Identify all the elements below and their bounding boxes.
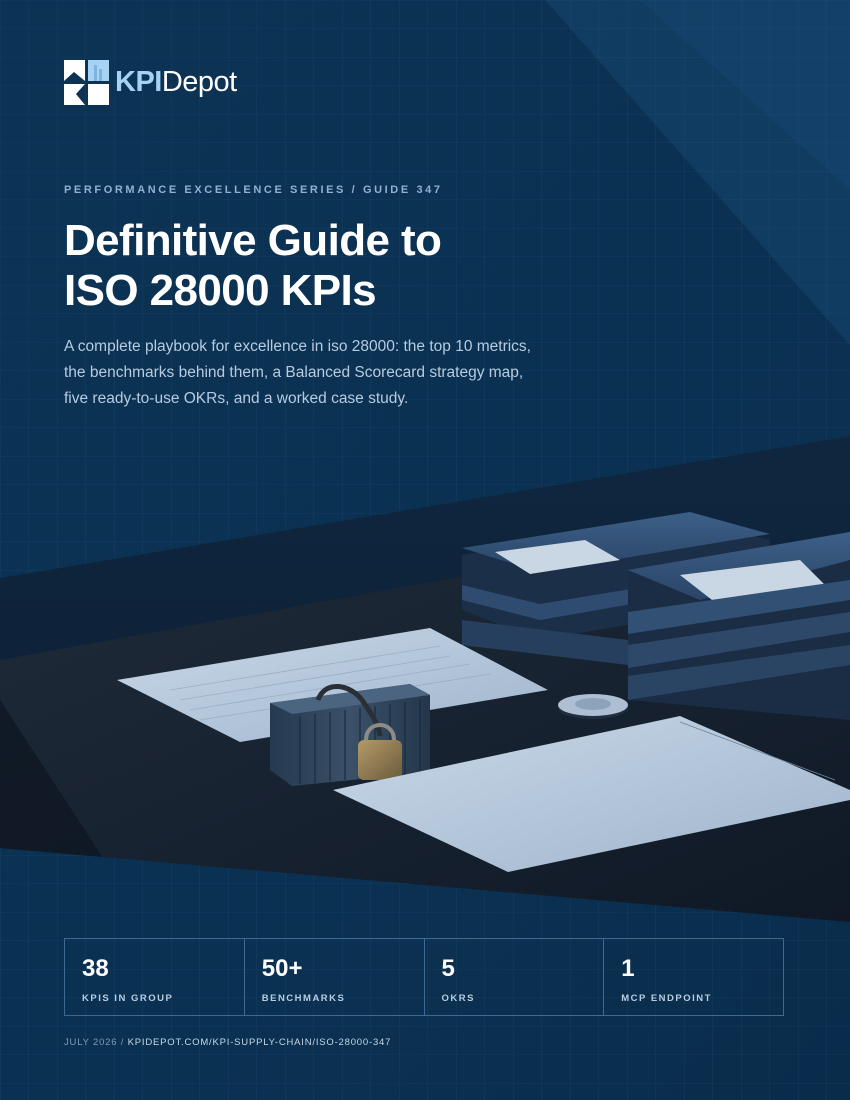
stat-label: KPIS IN GROUP (82, 993, 174, 1004)
cover-page: KPIDepot PERFORMANCE EXCELLENCE SERIES /… (0, 0, 850, 1100)
stat-benchmarks: 50+ BENCHMARKS (245, 939, 425, 1015)
stat-label: OKRS (441, 993, 475, 1004)
stat-value: 38 (82, 955, 109, 982)
stat-label: MCP ENDPOINT (621, 993, 712, 1004)
stat-value: 1 (621, 955, 635, 982)
stat-mcp-endpoint: 1 MCP ENDPOINT (604, 939, 783, 1015)
cover-background (0, 0, 850, 1100)
stat-label: BENCHMARKS (261, 993, 346, 1004)
stat-kpis: 38 KPIS IN GROUP (65, 939, 245, 1015)
brand-name: KPIDepot (115, 68, 237, 97)
stat-value: 5 (441, 955, 455, 982)
footer-url-link[interactable]: KPIDEPOT.COM/KPI-SUPPLY-CHAIN/ISO-28000-… (128, 1037, 392, 1048)
footer-date: JULY 2026 (64, 1037, 118, 1048)
logo-mark-icon (64, 60, 109, 105)
brand-name-kpi: KPI (115, 66, 162, 98)
stat-value: 50+ (261, 955, 303, 982)
stat-okrs: 5 OKRS (425, 939, 605, 1015)
title-line-2: ISO 28000 KPIs (64, 266, 377, 315)
page-title: Definitive Guide to ISO 28000 KPIs (64, 216, 664, 316)
brand-logo[interactable]: KPIDepot (64, 60, 237, 105)
title-line-1: Definitive Guide to (64, 216, 442, 265)
brand-name-depot: Depot (161, 66, 237, 98)
footer-separator: / (117, 1037, 128, 1048)
series-label: PERFORMANCE EXCELLENCE SERIES / GUIDE 34… (64, 184, 443, 196)
page-subtitle: A complete playbook for excellence in is… (64, 338, 531, 407)
stats-strip: 38 KPIS IN GROUP 50+ BENCHMARKS 5 OKRS 1… (64, 938, 784, 1016)
footer: JULY 2026 / KPIDEPOT.COM/KPI-SUPPLY-CHAI… (64, 1037, 391, 1048)
